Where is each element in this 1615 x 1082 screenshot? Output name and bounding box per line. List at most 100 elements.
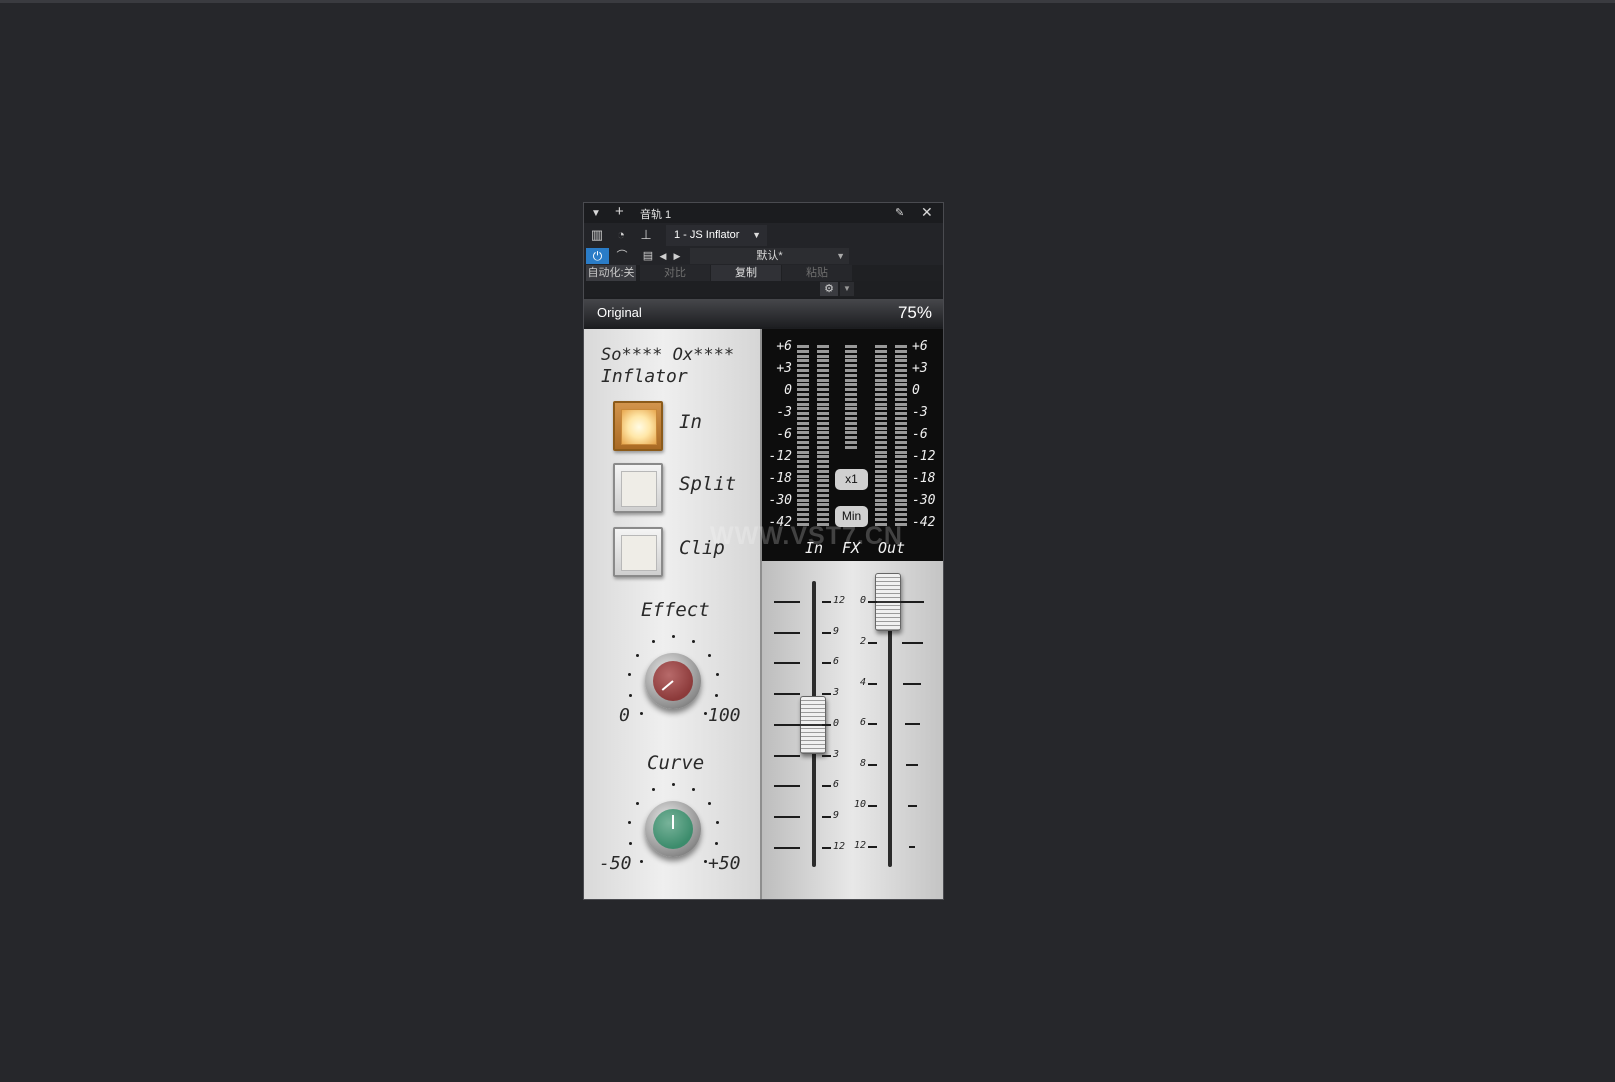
preset-selector[interactable]: 默认* ▼	[690, 248, 849, 264]
meter-segment	[817, 369, 829, 372]
meter-segment	[845, 373, 857, 377]
meter-segment	[797, 484, 809, 488]
knob-scale-dot	[672, 783, 675, 786]
meter-segment	[875, 359, 887, 363]
mixer-icon[interactable]: ▥	[588, 226, 606, 244]
knob-scale-dot	[651, 639, 655, 643]
meter-segment	[817, 426, 829, 430]
meter-segment	[817, 445, 829, 449]
input-fader-short-tick	[822, 723, 831, 726]
bypass-icon[interactable]: ⌒	[612, 248, 632, 264]
add-icon[interactable]: +	[615, 204, 624, 220]
gear-icon[interactable]: ⚙	[820, 282, 838, 296]
meter-segment	[797, 421, 809, 425]
meter-segment	[817, 465, 829, 468]
output-fader-long-tick	[903, 682, 921, 685]
meter-segment	[845, 436, 857, 440]
compare-button[interactable]: 对比	[640, 265, 710, 281]
output-fader-short-tick	[868, 845, 877, 848]
output-fader-short-tick	[868, 601, 877, 603]
meter-segment	[895, 445, 907, 449]
clip-button[interactable]	[613, 527, 663, 577]
next-preset-icon[interactable]: ▶	[670, 248, 684, 264]
menu-dropdown-icon[interactable]: ▼	[591, 206, 601, 222]
output-fader-long-tick	[901, 641, 923, 644]
knob-scale-dot	[708, 653, 712, 657]
meter-scale-label: -18	[912, 471, 936, 486]
meter-segment	[875, 373, 887, 377]
meter-segment	[845, 417, 857, 420]
meter-segment	[875, 469, 887, 473]
plugin-title-line1: So**** Ox****	[601, 345, 735, 365]
chevron-down-icon[interactable]: ▼	[840, 282, 854, 296]
prev-preset-icon[interactable]: ◀	[656, 248, 670, 264]
meter-segment	[797, 441, 809, 444]
paste-button[interactable]: 粘贴	[782, 265, 852, 281]
meter-scale-label: 0	[784, 383, 792, 398]
output-fader-handle[interactable]	[875, 573, 901, 631]
input-fader-short-tick	[822, 631, 831, 634]
meter-segment	[895, 436, 907, 440]
channel-tree-icon[interactable]: ⊥	[637, 226, 655, 244]
routing-icon[interactable]: ◔	[612, 226, 630, 244]
meter-segment	[895, 469, 907, 473]
meter-segment	[797, 474, 809, 478]
meter-segment	[797, 426, 809, 430]
knob-scale-dot	[716, 820, 720, 824]
meter-x1-button[interactable]: x1	[835, 469, 868, 490]
input-fader-scale-label: 12	[833, 595, 846, 606]
meter-segment	[797, 364, 809, 368]
output-fader-scale-label: 10	[853, 799, 866, 810]
output-fader-long-tick	[900, 601, 924, 603]
plugin-selector[interactable]: 1 - JS Inflator ▼	[666, 225, 767, 246]
meter-segment	[875, 431, 887, 435]
meter-segment	[875, 508, 887, 512]
meter-segment	[817, 450, 829, 454]
meter-segment	[797, 479, 809, 483]
meter-scale-label: -18	[768, 471, 792, 486]
meter-segment	[797, 493, 809, 497]
pin-icon[interactable]: ✎	[895, 205, 904, 221]
meter-segment	[845, 397, 857, 401]
close-icon[interactable]: ✕	[921, 204, 933, 220]
meter-segment	[797, 503, 809, 507]
meter-segment	[895, 426, 907, 430]
power-button[interactable]: ⏻	[586, 248, 609, 264]
meter-segment	[875, 354, 887, 358]
meter-segment	[817, 508, 829, 512]
zoom-level[interactable]: 75%	[898, 303, 932, 323]
output-fader-scale-label: 0	[859, 595, 866, 606]
meter-segment	[895, 493, 907, 497]
input-fader-short-tick	[822, 754, 831, 757]
meter-segment	[875, 489, 887, 492]
meter-scale-label: -30	[768, 493, 792, 508]
meter-segment	[797, 508, 809, 512]
automation-button[interactable]: 自动化:关	[586, 265, 636, 281]
knob-scale-dot	[635, 801, 639, 805]
effect-knob[interactable]	[645, 653, 701, 709]
meter-segment	[797, 373, 809, 377]
meter-segment	[797, 436, 809, 440]
meter-segment	[817, 513, 829, 516]
copy-button[interactable]: 复制	[711, 265, 781, 281]
preset-name: Original	[597, 305, 642, 320]
meter-segment	[895, 369, 907, 372]
meter-segment	[875, 426, 887, 430]
plugin-body: So**** Ox**** Inflator In Split Clip Eff…	[584, 329, 943, 899]
meter-segment	[875, 493, 887, 497]
meter-scale-label: -6	[912, 427, 928, 442]
in-button[interactable]	[613, 401, 663, 451]
meter-segment	[845, 393, 857, 396]
split-button[interactable]	[613, 463, 663, 513]
meter-segment	[875, 465, 887, 468]
curve-knob[interactable]	[645, 801, 701, 857]
meter-segment	[817, 479, 829, 483]
meter-segment	[875, 412, 887, 416]
top-border	[0, 0, 1615, 3]
meter-segment	[845, 402, 857, 406]
meter-segment	[797, 359, 809, 363]
meter-segment	[817, 393, 829, 396]
knob-scale-dot	[629, 693, 633, 697]
preset-file-icon[interactable]: ▤	[638, 248, 658, 264]
meter-segment	[895, 517, 907, 521]
